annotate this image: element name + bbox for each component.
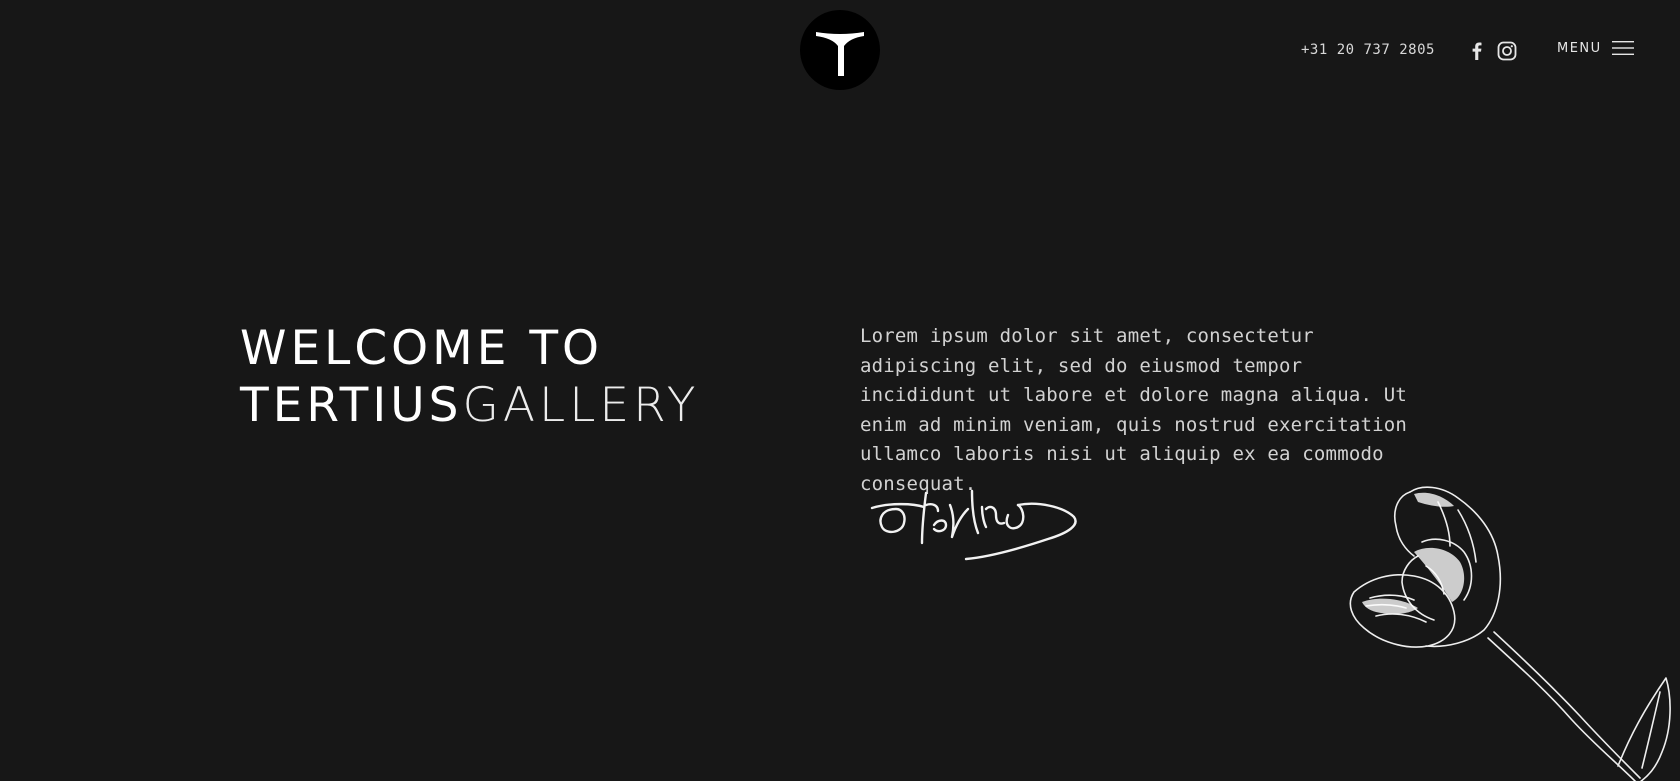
page: +31 20 737 2805 MENU WELCOME TO TERTIUSG… <box>0 0 1680 781</box>
logo-mark-icon <box>816 32 864 76</box>
facebook-icon[interactable] <box>1466 40 1488 62</box>
intro-text: Lorem ipsum dolor sit amet, consectetur … <box>860 325 1408 495</box>
headline-thin: GALLERY <box>462 378 700 433</box>
logo[interactable] <box>800 10 880 90</box>
menu-button[interactable]: MENU <box>1557 40 1634 56</box>
signature-image <box>870 489 1077 561</box>
menu-label: MENU <box>1557 40 1602 56</box>
page-title: WELCOME TO TERTIUSGALLERY <box>240 320 699 434</box>
headline-line-2: TERTIUSGALLERY <box>240 377 699 434</box>
instagram-icon[interactable] <box>1496 40 1518 62</box>
phone-link[interactable]: +31 20 737 2805 <box>1301 42 1435 58</box>
hamburger-icon <box>1611 41 1634 55</box>
headline-strong: TERTIUS <box>240 378 463 433</box>
tulip-illustration <box>1349 486 1671 781</box>
headline-line-1: WELCOME TO <box>240 321 604 376</box>
